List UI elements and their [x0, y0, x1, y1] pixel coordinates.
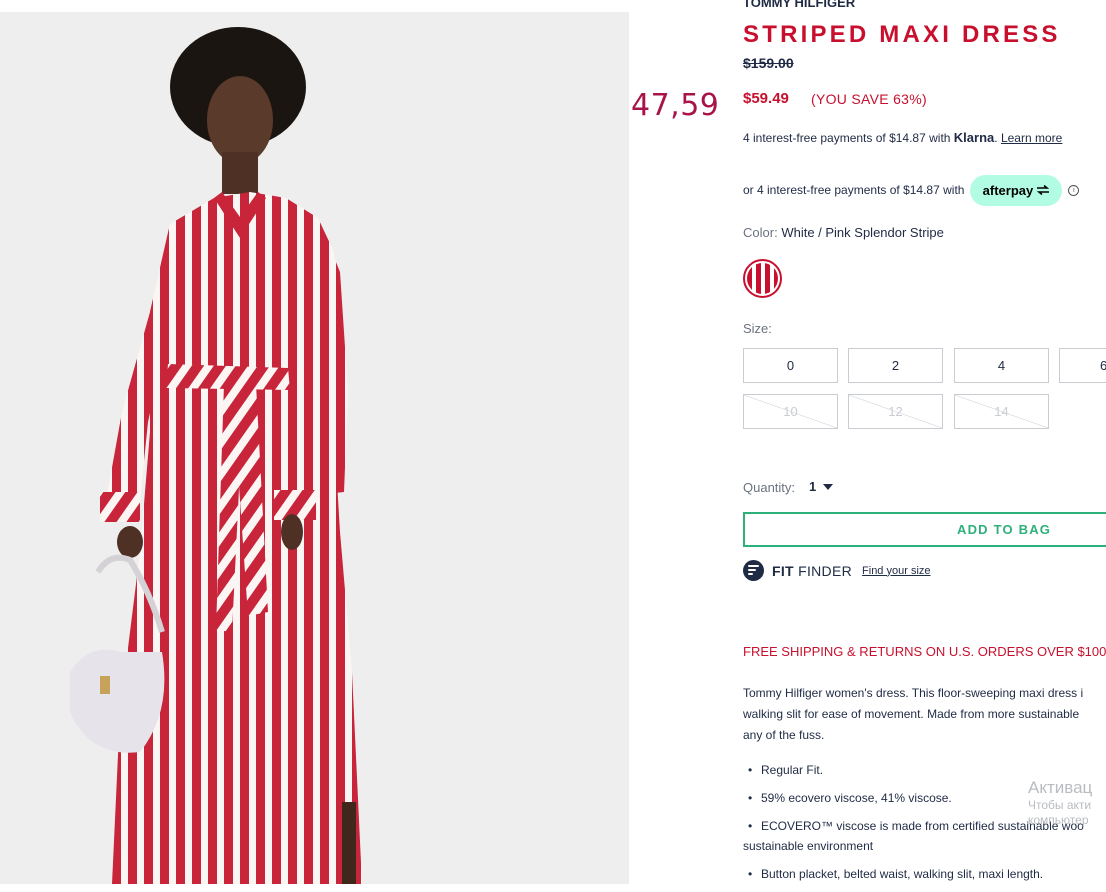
add-to-bag-button[interactable]: ADD TO BAG — [743, 512, 1106, 547]
original-price: $159.00 — [743, 55, 794, 71]
quantity-value: 1 — [809, 479, 817, 494]
product-image[interactable] — [0, 12, 629, 884]
overlay-price-annotation: 47,59 — [631, 88, 720, 123]
product-title: STRIPED MAXI DRESS — [743, 21, 1061, 48]
afterpay-logo[interactable]: afterpay — [970, 174, 1063, 206]
product-description: Tommy Hilfiger women's dress. This floor… — [743, 683, 1106, 746]
klarna-learn-more-link[interactable]: Learn more — [1001, 131, 1062, 145]
fit-finder-brand: FIT FINDER — [772, 562, 853, 579]
windows-activation-watermark: Активац Чтобы акти компьютер — [1028, 778, 1093, 827]
color-label-text: Color: — [743, 225, 778, 240]
size-option-12-unavailable[interactable]: 12 — [848, 394, 943, 429]
description-line-1: Tommy Hilfiger women's dress. This floor… — [743, 686, 1084, 700]
quantity-select[interactable]: 1 — [809, 479, 834, 494]
afterpay-text: or 4 interest-free payments of $14.87 wi… — [743, 183, 965, 197]
fit-finder-icon — [743, 560, 764, 581]
klarna-payment-info: 4 interest-free payments of $14.87 with … — [743, 130, 1063, 145]
afterpay-arrows-icon — [1037, 185, 1050, 195]
shipping-banner: FREE SHIPPING & RETURNS ON U.S. ORDERS O… — [743, 644, 1106, 659]
find-your-size-link[interactable]: Find your size — [862, 565, 930, 577]
afterpay-payment-info: or 4 interest-free payments of $14.87 wi… — [743, 174, 1080, 206]
size-option-4[interactable]: 4 — [954, 348, 1049, 383]
color-label: Color: White / Pink Splendor Stripe — [743, 225, 944, 240]
savings-label: (YOU SAVE 63%) — [811, 91, 927, 107]
size-option-14-unavailable[interactable]: 14 — [954, 394, 1049, 429]
color-value: White / Pink Splendor Stripe — [781, 225, 944, 240]
klarna-text: 4 interest-free payments of $14.87 with — [743, 131, 951, 145]
size-option-10-unavailable[interactable]: 10 — [743, 394, 838, 429]
swatch-stripes — [747, 263, 778, 294]
fit-finder: FIT FINDER Find your size — [743, 560, 931, 581]
info-icon[interactable]: i — [1068, 184, 1080, 196]
color-swatch-selected[interactable] — [743, 259, 782, 298]
size-option-2[interactable]: 2 — [848, 348, 943, 383]
brand-name[interactable]: TOMMY HILFIGER — [743, 0, 855, 11]
afterpay-logo-text: afterpay — [982, 182, 1034, 198]
sale-price: $59.49 — [743, 90, 789, 107]
klarna-logo: Klarna — [953, 130, 995, 145]
size-label: Size: — [743, 321, 772, 336]
list-item: Regular Fit. — [743, 760, 1106, 780]
list-item: Button placket, belted waist, walking sl… — [743, 864, 1106, 884]
size-option-6[interactable]: 6 — [1059, 348, 1106, 383]
quantity-label: Quantity: — [743, 480, 796, 495]
size-option-0[interactable]: 0 — [743, 348, 838, 383]
description-line-3: any of the fuss. — [743, 728, 825, 742]
description-line-2: walking slit for ease of movement. Made … — [743, 707, 1080, 721]
chevron-down-icon — [823, 483, 834, 490]
